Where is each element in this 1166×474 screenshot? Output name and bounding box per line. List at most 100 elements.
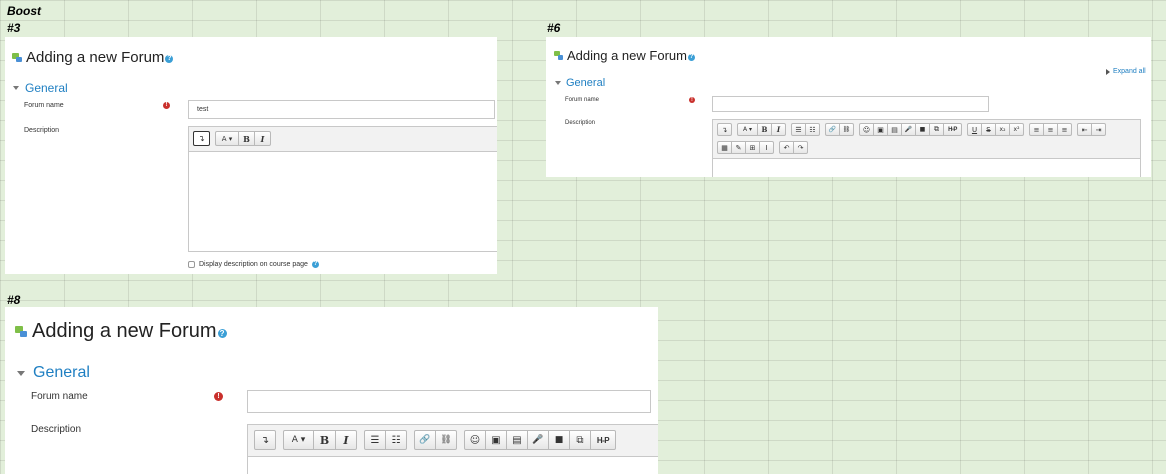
panel-3-label: #3 bbox=[7, 21, 21, 35]
forum-name-input[interactable] bbox=[188, 100, 495, 119]
expand-all-link[interactable]: Expand all bbox=[1106, 68, 1146, 75]
section-general-label: General bbox=[33, 364, 90, 381]
editor-toolbar: ↴ A ▾ B I bbox=[189, 127, 497, 152]
help-icon[interactable]: ? bbox=[311, 261, 319, 268]
ordered-list-icon[interactable]: ☷ bbox=[805, 123, 820, 136]
help-icon[interactable]: ? bbox=[217, 329, 227, 338]
display-description-checkbox-row[interactable]: Display description on course page ? bbox=[188, 261, 319, 268]
emoticon-icon[interactable]: ☺ bbox=[464, 430, 486, 450]
description-label: Description bbox=[24, 127, 60, 134]
copy-icon[interactable]: ⧉ bbox=[569, 430, 591, 450]
image-icon[interactable]: ▣ bbox=[485, 430, 507, 450]
forum-icon bbox=[554, 51, 563, 60]
italic-button[interactable]: I bbox=[335, 430, 357, 450]
underline-button[interactable]: U bbox=[967, 123, 982, 136]
unordered-list-icon[interactable]: ☰ bbox=[791, 123, 806, 136]
align-left-icon[interactable]: ≡ bbox=[1029, 123, 1044, 136]
help-icon[interactable]: ? bbox=[687, 53, 695, 61]
unlink-icon[interactable]: ⛓ bbox=[839, 123, 854, 136]
description-label: Description bbox=[31, 424, 82, 435]
edit-icon[interactable]: ✎ bbox=[731, 141, 746, 154]
equation-icon[interactable]: ▦ bbox=[717, 141, 732, 154]
paragraph-style-button[interactable]: A ▾ bbox=[283, 430, 314, 450]
chevron-down-icon bbox=[555, 81, 561, 85]
panel-6-label: #6 bbox=[547, 21, 561, 35]
outdent-icon[interactable]: ⇤ bbox=[1077, 123, 1092, 136]
ordered-list-icon[interactable]: ☷ bbox=[385, 430, 407, 450]
h5p-icon[interactable]: H-P bbox=[590, 430, 616, 450]
description-editor[interactable]: ↴ A ▾ B I ☰ ☷ 🔗 ⛓ ☺ ▣ ▤ bbox=[247, 424, 658, 474]
display-description-checkbox[interactable] bbox=[188, 261, 195, 268]
media-icon[interactable]: ▤ bbox=[506, 430, 528, 450]
forum-icon bbox=[12, 52, 22, 63]
video-icon[interactable]: ■ bbox=[915, 123, 930, 136]
link-icon[interactable]: 🔗 bbox=[825, 123, 840, 136]
microphone-icon[interactable]: 🎤 bbox=[901, 123, 916, 136]
editor-toolbar: ↴ A ▾ B I ☰ ☷ 🔗 ⛓ ☺ ▣ ▤ bbox=[248, 425, 658, 457]
bold-button[interactable]: B bbox=[313, 430, 336, 450]
forum-name-input[interactable] bbox=[247, 390, 651, 413]
page-title: Adding a new Forum ? bbox=[15, 320, 227, 343]
page-title: Adding a new Forum ? bbox=[554, 48, 695, 63]
section-general-label: General bbox=[25, 81, 68, 95]
forum-name-label: Forum name bbox=[565, 97, 600, 103]
copy-icon[interactable]: ⧉ bbox=[929, 123, 944, 136]
panel-6-screenshot: Adding a new Forum ? Expand all General … bbox=[546, 37, 1151, 177]
expand-all-label: Expand all bbox=[1113, 68, 1146, 75]
help-icon[interactable]: ? bbox=[165, 55, 174, 63]
bold-button[interactable]: B bbox=[238, 131, 255, 146]
required-icon: ! bbox=[163, 102, 170, 109]
forum-name-input[interactable] bbox=[712, 96, 989, 112]
paragraph-style-button[interactable]: A ▾ bbox=[737, 123, 758, 136]
table-icon[interactable]: ⊞ bbox=[745, 141, 760, 154]
toolbar-toggle-button[interactable]: ↴ bbox=[193, 131, 210, 146]
panel-8-screenshot: Adding a new Forum ? General Forum name … bbox=[5, 307, 658, 474]
required-icon: ! bbox=[214, 392, 223, 401]
description-label: Description bbox=[565, 120, 596, 126]
unlink-icon[interactable]: ⛓ bbox=[435, 430, 457, 450]
page-title-text: Adding a new Forum bbox=[26, 49, 165, 66]
indent-icon[interactable]: ⇥ bbox=[1091, 123, 1106, 136]
link-icon[interactable]: 🔗 bbox=[414, 430, 436, 450]
description-editor[interactable]: ↴ A ▾ B I ☰ ☷ 🔗 ⛓ ☺ ▣ ▤ bbox=[712, 119, 1141, 177]
italic-button[interactable]: I bbox=[771, 123, 786, 136]
section-general-toggle[interactable]: General bbox=[555, 77, 605, 89]
media-icon[interactable]: ▤ bbox=[887, 123, 902, 136]
forum-icon bbox=[15, 325, 27, 338]
section-general-toggle[interactable]: General bbox=[17, 364, 90, 382]
redo-icon[interactable]: ↷ bbox=[793, 141, 808, 154]
clear-format-icon[interactable]: I bbox=[759, 141, 774, 154]
microphone-icon[interactable]: 🎤 bbox=[527, 430, 549, 450]
align-right-icon[interactable]: ≡ bbox=[1057, 123, 1072, 136]
image-icon[interactable]: ▣ bbox=[873, 123, 888, 136]
align-center-icon[interactable]: ≡ bbox=[1043, 123, 1058, 136]
emoticon-icon[interactable]: ☺ bbox=[859, 123, 874, 136]
bold-button[interactable]: B bbox=[757, 123, 772, 136]
required-icon: ! bbox=[689, 97, 695, 103]
chevron-down-icon bbox=[13, 86, 19, 90]
sheet-title: Boost bbox=[7, 4, 41, 18]
display-description-label: Display description on course page bbox=[199, 261, 308, 268]
page-title: Adding a new Forum ? bbox=[12, 49, 174, 66]
editor-toolbar: ↴ A ▾ B I ☰ ☷ 🔗 ⛓ ☺ ▣ ▤ bbox=[713, 120, 1140, 159]
h5p-icon[interactable]: H-P bbox=[943, 123, 962, 136]
strikethrough-button[interactable]: S bbox=[981, 123, 996, 136]
toolbar-toggle-button[interactable]: ↴ bbox=[254, 430, 276, 450]
subscript-button[interactable]: x₂ bbox=[995, 123, 1010, 136]
section-general-toggle[interactable]: General bbox=[13, 81, 68, 95]
superscript-button[interactable]: x² bbox=[1009, 123, 1024, 136]
description-editor[interactable]: ↴ A ▾ B I bbox=[188, 126, 497, 252]
panel-3-screenshot: Adding a new Forum ? General Forum name … bbox=[5, 37, 497, 274]
section-general-label: General bbox=[566, 77, 606, 89]
forum-name-label: Forum name bbox=[24, 102, 64, 109]
paragraph-style-button[interactable]: A ▾ bbox=[215, 131, 239, 146]
video-icon[interactable]: ■ bbox=[548, 430, 570, 450]
italic-button[interactable]: I bbox=[254, 131, 271, 146]
forum-name-label: Forum name bbox=[31, 391, 88, 402]
undo-icon[interactable]: ↶ bbox=[779, 141, 794, 154]
page-title-text: Adding a new Forum bbox=[32, 320, 217, 342]
page-title-text: Adding a new Forum bbox=[567, 48, 687, 63]
chevron-right-icon bbox=[1106, 68, 1110, 75]
unordered-list-icon[interactable]: ☰ bbox=[364, 430, 386, 450]
toolbar-toggle-button[interactable]: ↴ bbox=[717, 123, 732, 136]
